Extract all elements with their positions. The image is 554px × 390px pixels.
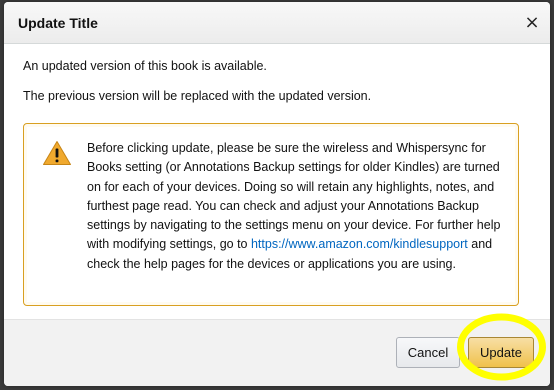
cancel-button[interactable]: Cancel (396, 337, 460, 368)
dialog-header: Update Title × (4, 2, 550, 44)
warning-alert-box: Before clicking update, please be sure t… (23, 123, 519, 306)
update-title-dialog: Update Title × An updated version of thi… (4, 2, 550, 386)
close-button[interactable]: × (520, 11, 544, 35)
dialog-footer: Cancel Update (4, 319, 550, 386)
update-available-message: An updated version of this book is avail… (23, 59, 267, 73)
kindle-support-link[interactable]: https://www.amazon.com/kindlesupport (251, 237, 468, 251)
alert-message: Before clicking update, please be sure t… (87, 139, 505, 274)
alert-text-before-link: Before clicking update, please be sure t… (87, 141, 501, 252)
dialog-title: Update Title (18, 15, 98, 31)
warning-icon (43, 141, 71, 165)
replacement-message: The previous version will be replaced wi… (23, 89, 372, 103)
update-button[interactable]: Update (468, 337, 534, 368)
